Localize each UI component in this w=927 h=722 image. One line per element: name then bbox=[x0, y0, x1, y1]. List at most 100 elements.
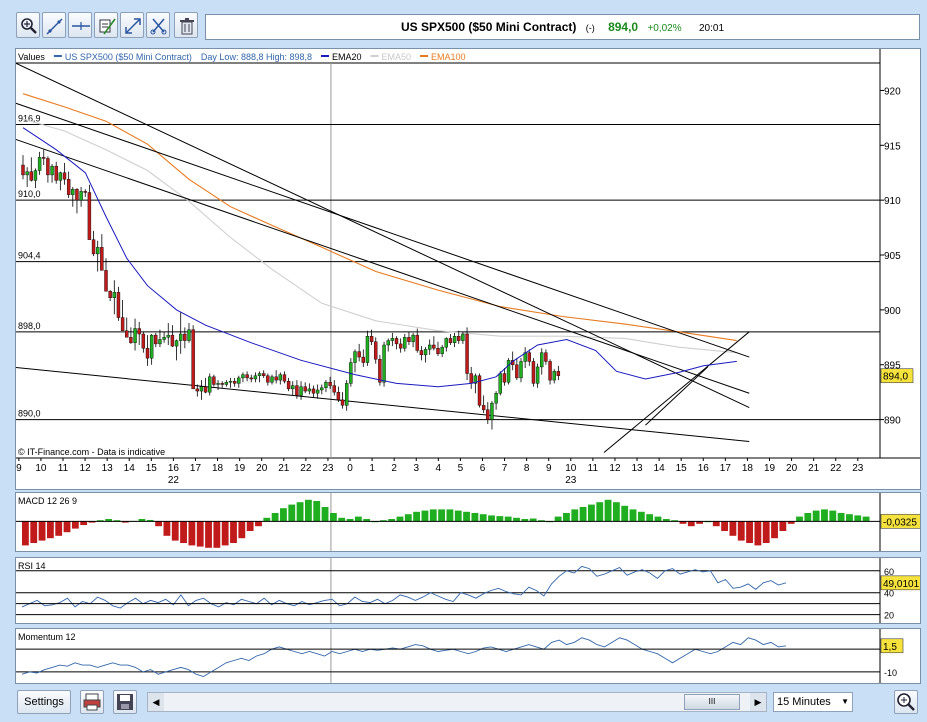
macd-bar bbox=[30, 521, 38, 543]
macd-bar bbox=[687, 521, 695, 527]
legend-values-label: Values bbox=[18, 52, 45, 62]
candle-body bbox=[166, 334, 170, 338]
macd-bar bbox=[479, 514, 487, 522]
y-tick-label: 900 bbox=[884, 306, 901, 317]
candle-body bbox=[266, 375, 270, 383]
candle-body bbox=[208, 376, 212, 393]
rsi-chart[interactable]: 60 40 20 RSI 14 49,0101 bbox=[16, 558, 922, 639]
resize-button[interactable] bbox=[120, 12, 144, 38]
x-tick-label: 7 bbox=[502, 463, 508, 474]
macd-bar bbox=[329, 513, 337, 522]
x-tick-label: 2 bbox=[391, 463, 397, 474]
candle-body bbox=[303, 386, 307, 392]
candle-body bbox=[324, 382, 328, 388]
cut-button[interactable] bbox=[146, 12, 170, 38]
candle-body bbox=[29, 171, 34, 181]
candle-body bbox=[58, 172, 63, 181]
macd-chart[interactable]: MACD 12 26 9 -0,0325 bbox=[16, 493, 922, 551]
candle-body bbox=[515, 364, 519, 379]
candle-body bbox=[374, 341, 378, 360]
candle-body bbox=[345, 383, 349, 406]
magnifier-plus-icon bbox=[897, 693, 915, 711]
candle-body bbox=[216, 383, 220, 385]
candle-body bbox=[311, 388, 316, 394]
candle-body bbox=[129, 337, 133, 343]
legend-instrument: US SPX500 ($50 Mini Contract) bbox=[65, 52, 192, 62]
candle-body bbox=[195, 388, 200, 392]
time-scrollbar[interactable]: ◀ III ▶ bbox=[147, 692, 767, 712]
legend-ema50-swatch bbox=[370, 55, 379, 57]
candle-body bbox=[116, 292, 121, 318]
macd-bar bbox=[196, 521, 204, 547]
candle-body bbox=[394, 338, 399, 345]
candle-body bbox=[203, 386, 208, 393]
candle-body bbox=[477, 375, 482, 406]
horizontal-line-button[interactable] bbox=[68, 12, 92, 38]
x-tick-label: 1 bbox=[369, 463, 375, 474]
level-label: 904,4 bbox=[18, 251, 41, 261]
interval-select[interactable]: 15 Minutes ▼ bbox=[773, 692, 853, 712]
macd-bar bbox=[837, 513, 845, 522]
candle-body bbox=[141, 333, 146, 349]
candle-body bbox=[25, 171, 29, 176]
candle-body bbox=[249, 377, 253, 380]
candle-body bbox=[253, 375, 258, 380]
scroll-left-icon[interactable]: ◀ bbox=[148, 693, 164, 711]
print-button[interactable] bbox=[80, 690, 104, 714]
candle-body bbox=[552, 371, 556, 381]
scroll-right-icon[interactable]: ▶ bbox=[750, 693, 766, 711]
candle-body bbox=[407, 337, 411, 342]
x-tick-label: 12 bbox=[609, 463, 621, 474]
level-label: 910,0 bbox=[18, 189, 41, 199]
x-tick-label: 9 bbox=[546, 463, 552, 474]
candle-body bbox=[125, 330, 129, 338]
candle-body bbox=[382, 344, 386, 383]
macd-bar bbox=[396, 516, 404, 522]
candle-body bbox=[494, 393, 498, 404]
candle-body bbox=[91, 239, 96, 255]
y-tick-label: 915 bbox=[884, 141, 901, 152]
candle-body bbox=[100, 247, 104, 271]
settings-button[interactable]: Settings bbox=[17, 690, 71, 714]
momentum-chart[interactable]: -10 Momentum 12 1,5 bbox=[16, 629, 920, 701]
macd-bar bbox=[588, 504, 595, 522]
last-price: 894,0 bbox=[608, 20, 639, 34]
edit-chart-button[interactable] bbox=[94, 12, 118, 38]
candle-body bbox=[54, 165, 58, 181]
candle-body bbox=[295, 385, 299, 396]
candle-body bbox=[79, 191, 83, 201]
momentum-y-tick-label: -10 bbox=[884, 668, 897, 678]
candle-body bbox=[199, 386, 204, 392]
scroll-thumb[interactable]: III bbox=[684, 694, 740, 710]
delete-button[interactable] bbox=[174, 12, 198, 38]
candle-body bbox=[42, 157, 46, 159]
zoom-in-button[interactable] bbox=[894, 690, 918, 714]
rsi-y-tick-label: 20 bbox=[884, 611, 894, 621]
candle-body bbox=[403, 337, 407, 349]
candle-body bbox=[154, 334, 158, 345]
x-tick-label: 17 bbox=[190, 463, 202, 474]
x-tick-label: 11 bbox=[58, 463, 69, 474]
candle-body bbox=[428, 344, 432, 350]
candle-body bbox=[50, 165, 54, 176]
candle-body bbox=[469, 373, 473, 384]
candle-body bbox=[465, 333, 469, 374]
macd-bar bbox=[238, 521, 246, 539]
candle-body bbox=[282, 374, 287, 382]
candle-body bbox=[274, 376, 278, 381]
zoom-button[interactable] bbox=[16, 12, 40, 38]
candle-body bbox=[535, 366, 540, 384]
legend-ema20: EMA20 bbox=[332, 52, 362, 62]
draw-trendline-button[interactable] bbox=[42, 12, 66, 38]
price-panel: 916,9 910,0 904,4 898,0 890,0 920 915 910 905 900… bbox=[10, 48, 921, 490]
candle-body bbox=[270, 376, 274, 383]
macd-bar bbox=[246, 521, 254, 531]
x-tick-label: 15 bbox=[146, 463, 158, 474]
candle-body bbox=[37, 157, 42, 171]
macd-bar bbox=[280, 508, 287, 522]
save-button[interactable] bbox=[113, 690, 137, 714]
price-chart[interactable]: 916,9910,0904,4898,0890,0920915910905900… bbox=[10, 49, 920, 489]
candle-body bbox=[502, 373, 507, 383]
legend-day-range: Day Low: 888,8 High: 898,8 bbox=[201, 52, 312, 62]
candle-body bbox=[212, 376, 216, 385]
